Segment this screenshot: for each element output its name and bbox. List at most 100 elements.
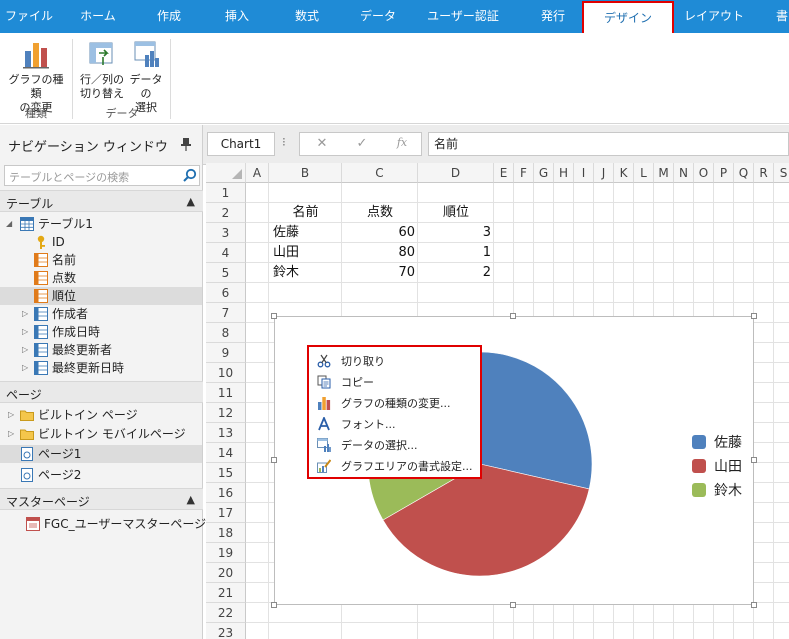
column-header[interactable]: P	[714, 163, 734, 183]
row-header[interactable]: 16	[206, 483, 246, 503]
tree-item-field-id[interactable]: ID	[0, 233, 202, 251]
tab-insert[interactable]: 挿入	[210, 0, 264, 33]
column-header[interactable]: R	[754, 163, 774, 183]
column-header[interactable]: S	[774, 163, 789, 183]
tree-item-field-score[interactable]: 点数	[0, 269, 202, 287]
row-header[interactable]: 11	[206, 383, 246, 403]
column-header[interactable]: D	[418, 163, 494, 183]
section-tables-header[interactable]: テーブル ▲	[0, 190, 203, 212]
confirm-icon[interactable]: ✓	[352, 136, 372, 151]
grid-cell[interactable]: 山田	[273, 243, 338, 263]
tree-item-table1[interactable]: ◢ テーブル1	[0, 215, 202, 233]
resize-handle[interactable]	[751, 457, 757, 463]
menu-item-font[interactable]: フォント...	[309, 414, 480, 435]
tab-publish[interactable]: 発行	[528, 0, 578, 33]
grid-cell[interactable]: 鈴木	[273, 263, 338, 283]
expand-arrow-icon[interactable]: ▷	[22, 359, 28, 377]
column-header[interactable]: G	[534, 163, 554, 183]
row-header[interactable]: 20	[206, 563, 246, 583]
column-header[interactable]: C	[342, 163, 418, 183]
formula-bar-grip[interactable]: ⁝	[282, 135, 286, 149]
tree-item-field-updater[interactable]: ▷ 最終更新者	[0, 341, 202, 359]
row-header[interactable]: 2	[206, 203, 246, 223]
formula-input[interactable]: 名前	[428, 132, 789, 156]
resize-handle[interactable]	[271, 457, 277, 463]
search-icon[interactable]	[182, 168, 197, 183]
row-header[interactable]: 22	[206, 603, 246, 623]
resize-handle[interactable]	[510, 602, 516, 608]
column-header[interactable]: J	[594, 163, 614, 183]
menu-item-cut[interactable]: 切り取り	[309, 351, 480, 372]
row-header[interactable]: 12	[206, 403, 246, 423]
grid-cell[interactable]: 点数	[342, 203, 418, 223]
row-header[interactable]: 5	[206, 263, 246, 283]
row-header[interactable]: 3	[206, 223, 246, 243]
tree-item-page1[interactable]: ページ1	[0, 445, 202, 463]
row-header[interactable]: 7	[206, 303, 246, 323]
row-header[interactable]: 14	[206, 443, 246, 463]
change-chart-type-button[interactable]: グラフの種類 の変更	[4, 39, 68, 115]
menu-item-select-data[interactable]: データの選択...	[309, 435, 480, 456]
row-header[interactable]: 21	[206, 583, 246, 603]
grid-cell[interactable]: 80	[345, 243, 415, 263]
column-header[interactable]: O	[694, 163, 714, 183]
pin-icon[interactable]	[180, 137, 192, 151]
menu-item-change-chart-type[interactable]: グラフの種類の変更...	[309, 393, 480, 414]
menu-item-copy[interactable]: コピー	[309, 372, 480, 393]
tree-item-builtin-pages[interactable]: ▷ ビルトイン ページ	[0, 406, 202, 424]
tab-file[interactable]: ファイル	[0, 0, 58, 33]
tab-formula[interactable]: 数式	[280, 0, 334, 33]
expand-arrow-icon[interactable]: ▷	[8, 425, 14, 443]
grid-cell[interactable]: 佐藤	[273, 223, 338, 243]
resize-handle[interactable]	[271, 313, 277, 319]
collapse-icon[interactable]: ▲	[187, 195, 195, 208]
column-header[interactable]: H	[554, 163, 574, 183]
nav-search-input[interactable]: テーブルとページの検索	[4, 165, 200, 186]
column-header[interactable]: M	[654, 163, 674, 183]
row-header[interactable]: 18	[206, 523, 246, 543]
column-header[interactable]: A	[246, 163, 269, 183]
expand-arrow-icon[interactable]: ▷	[22, 323, 28, 341]
column-header[interactable]: N	[674, 163, 694, 183]
tab-format[interactable]: 書	[772, 0, 789, 33]
tab-create[interactable]: 作成	[140, 0, 198, 33]
resize-handle[interactable]	[751, 602, 757, 608]
resize-handle[interactable]	[271, 602, 277, 608]
column-header[interactable]: L	[634, 163, 654, 183]
tree-item-field-created[interactable]: ▷ 作成日時	[0, 323, 202, 341]
tab-layout[interactable]: レイアウト	[680, 0, 748, 33]
expand-arrow-icon[interactable]: ▷	[8, 406, 14, 424]
row-header[interactable]: 15	[206, 463, 246, 483]
select-data-button[interactable]: データの 選択	[126, 39, 166, 115]
function-icon[interactable]: fx	[392, 136, 412, 149]
section-master-header[interactable]: マスターページ ▲	[0, 488, 203, 510]
grid-cell[interactable]: 2	[421, 263, 491, 283]
tree-item-master-page[interactable]: FGC_ユーザーマスターページ	[0, 515, 206, 533]
name-box[interactable]: Chart1	[207, 132, 275, 156]
tab-home[interactable]: ホーム	[68, 0, 128, 33]
column-header[interactable]: I	[574, 163, 594, 183]
grid-cell[interactable]: 60	[345, 223, 415, 243]
expand-arrow-icon[interactable]: ▷	[22, 305, 28, 323]
column-header[interactable]: K	[614, 163, 634, 183]
row-header[interactable]: 1	[206, 183, 246, 203]
switch-row-column-button[interactable]: 行／列の 切り替え	[78, 39, 126, 101]
row-header[interactable]: 6	[206, 283, 246, 303]
column-header[interactable]: E	[494, 163, 514, 183]
grid-cell[interactable]: 順位	[418, 203, 494, 223]
tree-item-field-rank[interactable]: 順位	[0, 287, 202, 305]
row-header[interactable]: 10	[206, 363, 246, 383]
column-header[interactable]: F	[514, 163, 534, 183]
row-header[interactable]: 8	[206, 323, 246, 343]
grid-cell[interactable]: 70	[345, 263, 415, 283]
tree-item-field-updated[interactable]: ▷ 最終更新日時	[0, 359, 202, 377]
expand-arrow-icon[interactable]: ◢	[6, 215, 12, 233]
collapse-icon[interactable]: ▲	[187, 493, 195, 506]
column-header[interactable]: Q	[734, 163, 754, 183]
grid-cell[interactable]: 1	[421, 243, 491, 263]
row-header[interactable]: 13	[206, 423, 246, 443]
row-header[interactable]: 9	[206, 343, 246, 363]
column-header[interactable]: B	[269, 163, 342, 183]
tree-item-page2[interactable]: ページ2	[0, 466, 202, 484]
section-pages-header[interactable]: ページ	[0, 381, 203, 403]
